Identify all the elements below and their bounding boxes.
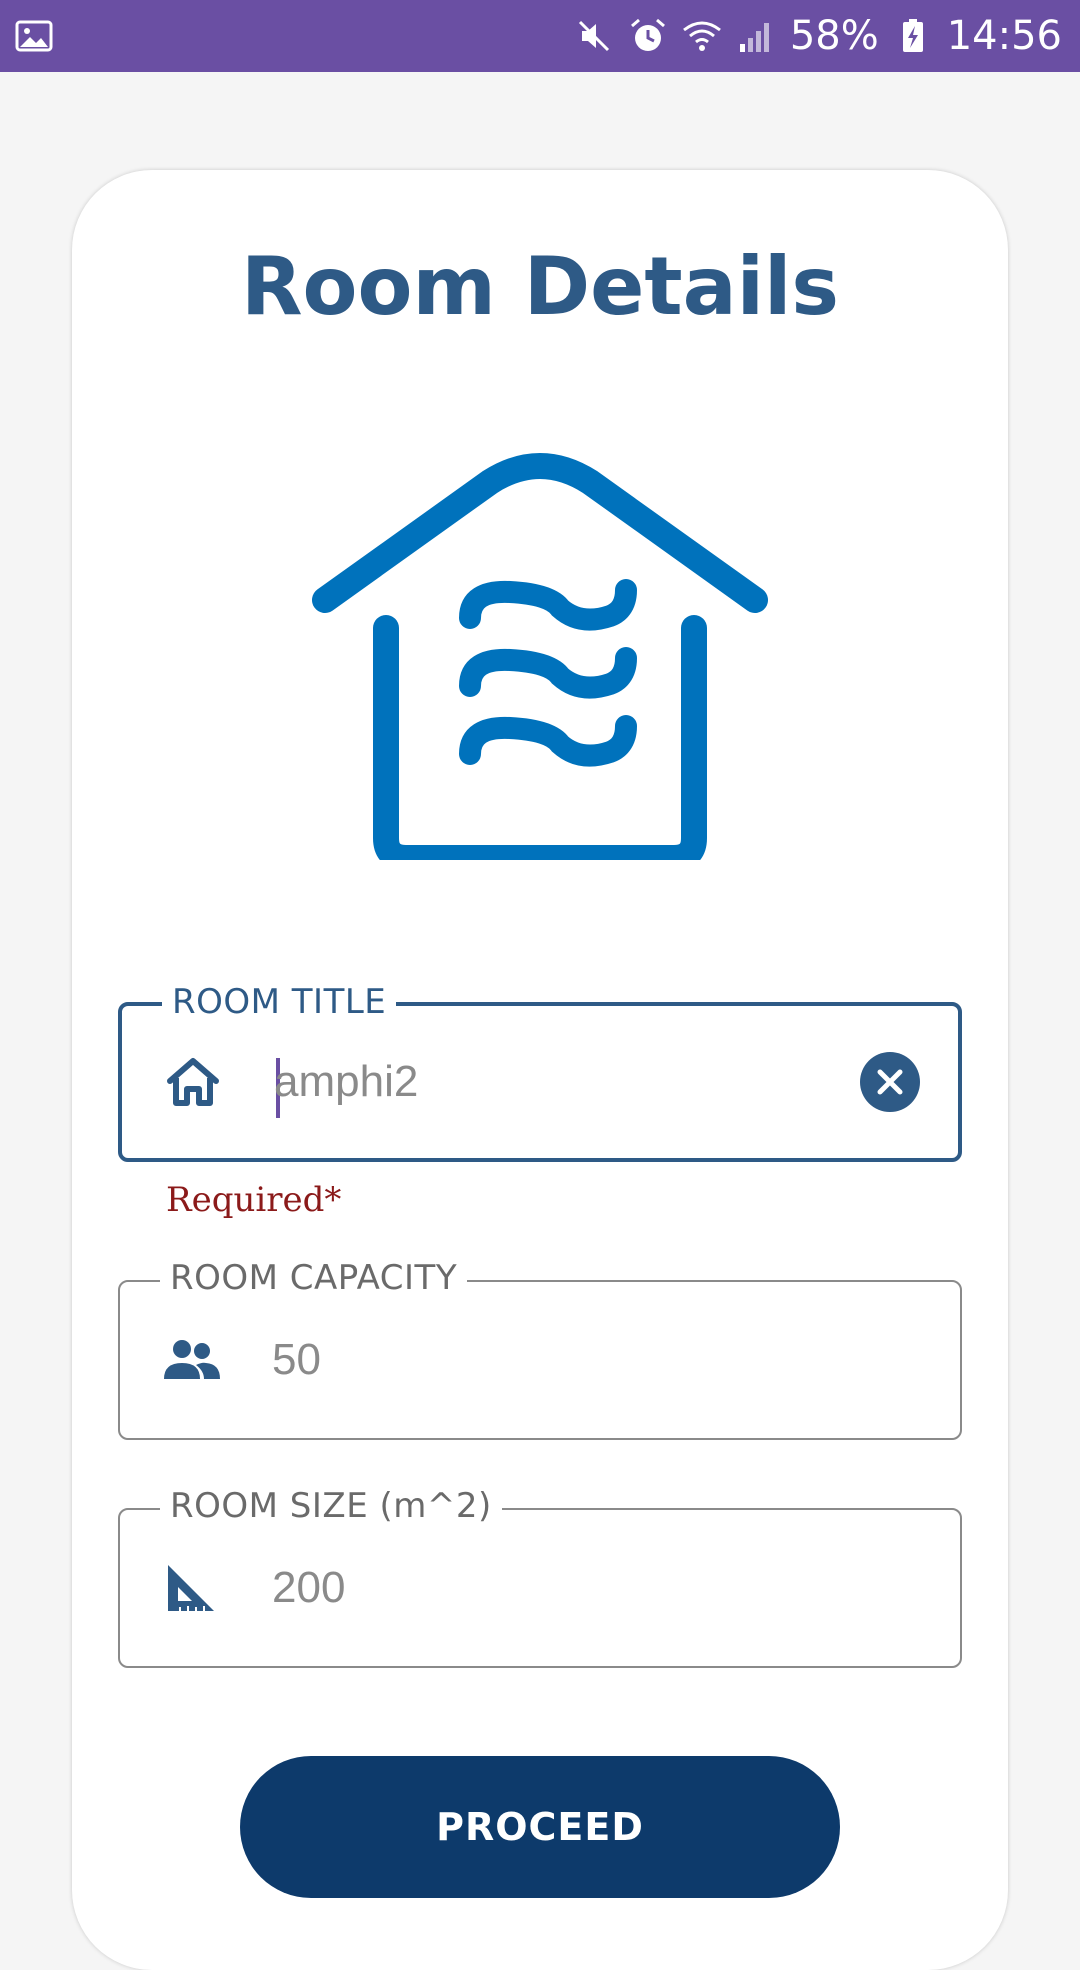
home-icon (167, 1058, 219, 1106)
room-title-error: Required* (166, 1180, 342, 1220)
room-title-input[interactable]: amphi2 (274, 1057, 834, 1107)
signal-icon (739, 23, 769, 52)
clear-button[interactable] (860, 1052, 920, 1112)
close-icon (877, 1069, 903, 1095)
room-size-label: ROOM SIZE (m^2) (160, 1486, 502, 1526)
wifi-icon (682, 21, 721, 51)
clock: 14:56 (946, 13, 1062, 59)
room-capacity-input[interactable]: 50 (272, 1335, 832, 1385)
alarm-icon (630, 18, 665, 51)
room-capacity-label: ROOM CAPACITY (160, 1258, 468, 1298)
room-capacity-field[interactable]: ROOM CAPACITY 50 (118, 1258, 962, 1440)
battery-percent: 58% (789, 13, 879, 59)
house-waves-icon (312, 453, 768, 860)
room-size-field[interactable]: ROOM SIZE (m^2) 200 (118, 1486, 962, 1668)
battery-charging-icon (902, 19, 923, 52)
mute-icon (578, 20, 609, 52)
people-icon (164, 1340, 220, 1379)
room-title-label: ROOM TITLE (162, 982, 397, 1022)
status-bar: 58% 14:56 (0, 0, 1080, 72)
set-square-icon (168, 1565, 214, 1611)
room-size-input[interactable]: 200 (272, 1563, 832, 1613)
proceed-button[interactable]: PROCEED (240, 1756, 840, 1898)
page-title: Room Details (240, 240, 840, 333)
room-title-field[interactable]: ROOM TITLE amphi2 (118, 982, 962, 1162)
image-icon (15, 20, 53, 52)
